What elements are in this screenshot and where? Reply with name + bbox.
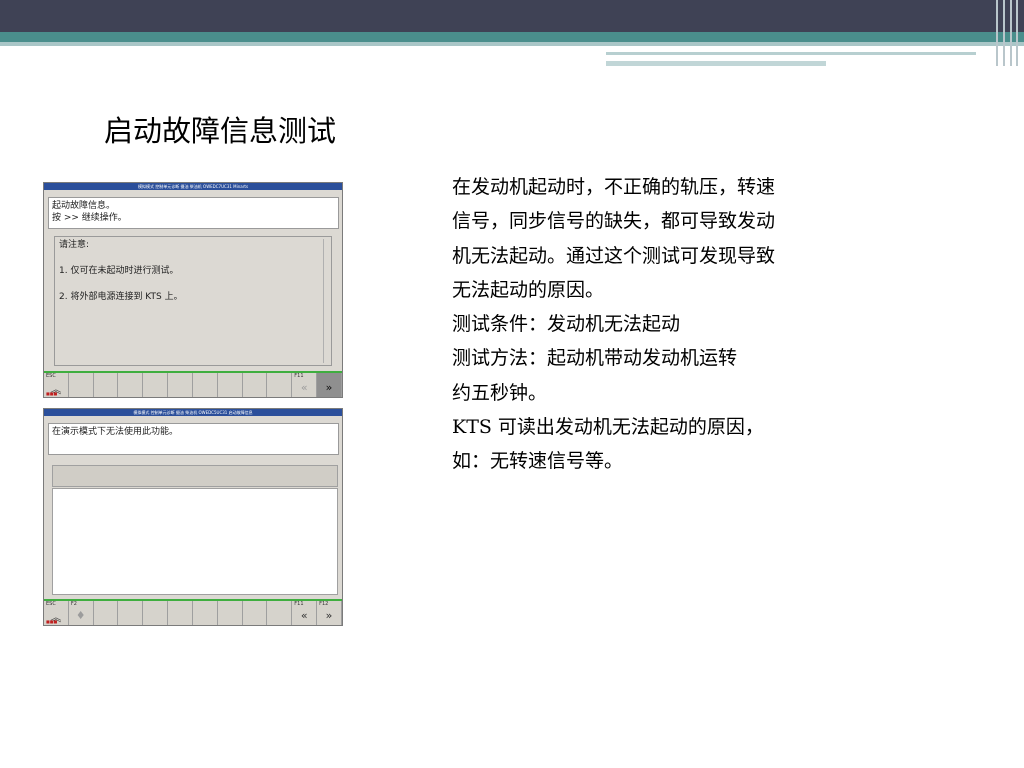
diagnostic-screen-2: 模拟模式 控制单元诊断 摄油 柴油机 OWEDC5UC31 启动故障信息 在演示… [43,408,343,626]
message-line: 在演示模式下无法使用此功能。 [52,427,179,437]
f6-key[interactable] [168,601,193,625]
double-chevron-left-icon: « [300,381,308,394]
f3-key[interactable] [94,601,119,625]
note-title: 请注意: [59,240,90,250]
description-line: 信号，同步信号的缺失，都可导致发动 [452,210,776,233]
status-flags-icon: ■■■ [46,391,58,396]
esc-key[interactable]: ESC ︽ ■■■ [44,601,69,625]
double-chevron-right-icon: » [325,609,333,622]
f4-key[interactable] [118,601,144,625]
f9-key[interactable] [243,373,268,397]
description-line: 在发动机起动时，不正确的轨压，转速 [452,176,776,198]
diagnostic-screen-1: 模拟模式 控制单元诊断 摄油 柴油机 OWEDC7UC31 Minarts 起动… [43,182,343,398]
header-bar [0,0,1024,32]
message-line: 按 >> 继续操作。 [52,213,127,223]
header-decor-line-short [606,61,826,66]
header-divider-line [0,42,1024,46]
f12-key[interactable]: F12 » [317,601,342,625]
header-vertical-stripe [1010,0,1012,66]
screen-title-bar: 模拟模式 控制单元诊断 摄油 柴油机 OWEDC7UC31 Minarts [44,183,342,190]
header-decor-line [606,52,976,55]
f5-key[interactable] [143,601,169,625]
status-flags-icon: ■■■ [46,619,58,624]
description-line: 测试方法：起动机带动发动机运转 [452,347,738,370]
function-key-bar: ESC ︽ ■■■ F2 ♦ F11 « F12 » [44,599,342,625]
f11-key[interactable]: F11 « [292,601,318,625]
f3-key[interactable] [94,373,119,397]
f7-key[interactable] [193,601,218,625]
tool-icon: ♦ [75,609,86,622]
message-line: 起动故障信息。 [52,201,116,211]
description-line: 测试条件：发动机无法起动 [452,313,681,336]
header-vertical-stripe [996,0,998,66]
note-item: 1. 仅可在未起动时进行测试。 [59,266,179,276]
description-line: 机无法起动。通过这个测试可发现导致 [452,244,776,267]
note-panel: 请注意: 1. 仅可在未起动时进行测试。 2. 将外部电源连接到 KTS 上。 [54,236,332,366]
f2-key[interactable]: F2 ♦ [69,601,94,625]
f12-key[interactable]: » [317,373,342,397]
f5-key[interactable] [143,373,169,397]
f8-key[interactable] [218,601,243,625]
message-box: 在演示模式下无法使用此功能。 [48,423,339,455]
f4-key[interactable] [118,373,144,397]
note-item: 2. 将外部电源连接到 KTS 上。 [59,292,183,302]
f6-key[interactable] [168,373,193,397]
f8-key[interactable] [218,373,243,397]
header-vertical-stripe [1016,0,1018,66]
description-text: 在发动机起动时，不正确的轨压，转速 信号，同步信号的缺失，都可导致发动 机无法起… [452,172,902,481]
message-box: 起动故障信息。 按 >> 继续操作。 [48,197,339,229]
f10-key[interactable] [267,373,293,397]
screen-title-bar: 模拟模式 控制单元诊断 摄油 柴油机 OWEDC5UC31 启动故障信息 [44,409,342,416]
description-line: 约五秒钟。 [452,381,548,404]
f9-key[interactable] [243,601,268,625]
esc-key[interactable]: ESC ︽ ■■■ [44,373,69,397]
header-accent-bar [0,32,1024,42]
result-area [52,488,338,595]
description-line: 无法起动的原因。 [452,278,605,301]
note-scrollbar[interactable] [323,239,329,363]
description-line: 如：无转速信号等。 [452,450,624,473]
result-header [52,465,338,487]
slide-title: 启动故障信息测试 [104,114,337,148]
f10-key[interactable] [267,601,293,625]
f7-key[interactable] [193,373,218,397]
header-vertical-stripe [1003,0,1005,66]
f11-key[interactable]: F11 « [292,373,318,397]
double-chevron-right-icon: » [325,381,333,394]
f2-key[interactable] [69,373,94,397]
function-key-bar: ESC ︽ ■■■ F11 « » [44,371,342,397]
double-chevron-left-icon: « [300,609,308,622]
description-line: KTS 可读出发动机无法起动的原因， [452,416,764,439]
